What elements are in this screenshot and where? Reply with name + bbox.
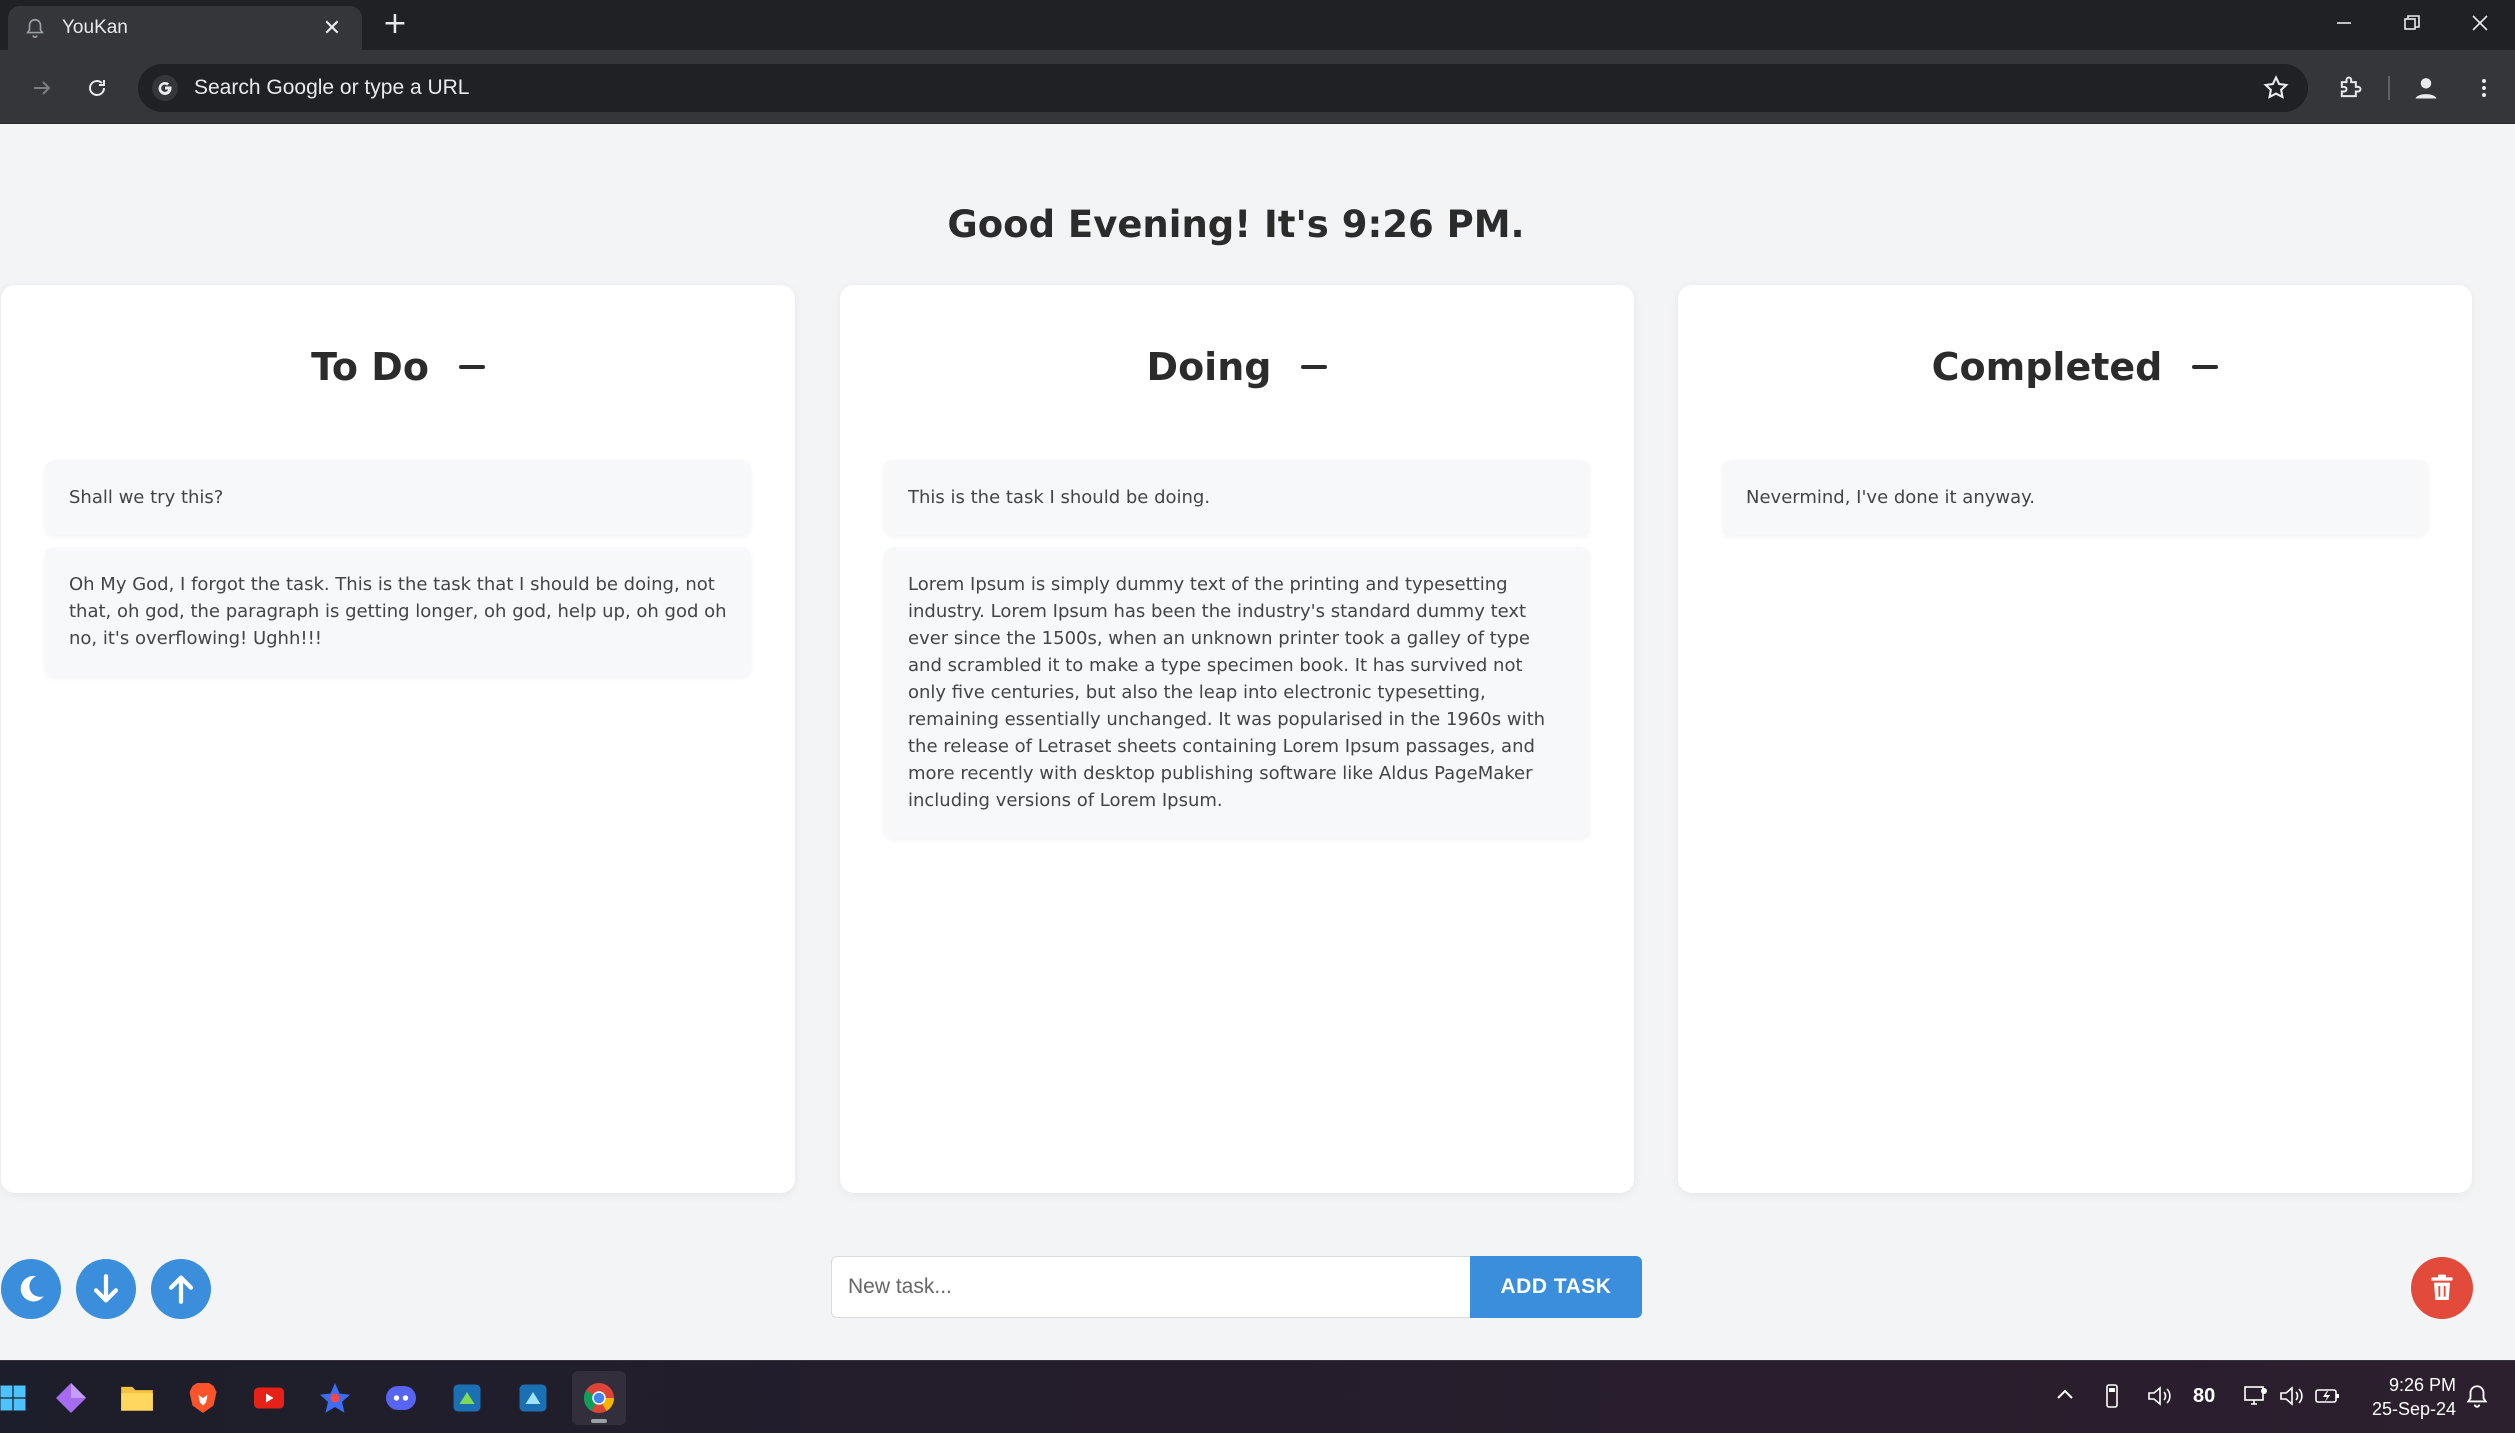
close-window-button[interactable] <box>2446 0 2514 46</box>
volume-icon <box>2280 1386 2303 1406</box>
speaker-icon <box>2148 1386 2171 1406</box>
usb-drive-icon <box>2106 1384 2118 1408</box>
task-card[interactable]: Oh My God, I forgot the task. This is th… <box>45 547 751 676</box>
chrome-icon <box>583 1383 615 1413</box>
arrow-down-icon <box>93 1274 119 1303</box>
collapse-column-button[interactable] <box>458 365 485 369</box>
google-icon <box>152 75 178 101</box>
kanban-page: Good Evening! It's 9:26 PM. To Do Shall … <box>0 125 2515 1360</box>
dark-mode-button[interactable] <box>1 1259 61 1319</box>
taskbar-app-tool-2[interactable] <box>506 1371 560 1425</box>
export-button[interactable] <box>76 1259 136 1319</box>
tray-battery[interactable] <box>2314 1383 2344 1415</box>
brave-lion-icon <box>189 1383 217 1413</box>
collapse-column-button[interactable] <box>1301 365 1328 369</box>
taskbar-app-discord[interactable] <box>374 1371 428 1425</box>
moon-icon <box>20 1275 44 1302</box>
tray-volume-small[interactable] <box>2146 1383 2174 1415</box>
profile-button[interactable] <box>2410 72 2442 104</box>
star-app-icon <box>320 1383 350 1413</box>
add-task-button[interactable]: ADD TASK <box>1470 1256 1642 1318</box>
column-todo: To Do Shall we try this? Oh My God, I fo… <box>1 285 795 1193</box>
youtube-icon <box>254 1387 284 1409</box>
taskbar-app-brave[interactable] <box>176 1371 230 1425</box>
chevron-up-icon <box>2057 1389 2073 1399</box>
task-card[interactable]: Lorem Ipsum is simply dummy text of the … <box>884 547 1590 838</box>
restore-button[interactable] <box>2378 0 2446 46</box>
bell-icon <box>26 18 44 38</box>
bookmark-star-icon[interactable] <box>2262 74 2290 102</box>
tray-network[interactable] <box>2242 1383 2270 1415</box>
column-header: Doing <box>840 345 1634 389</box>
extensions-button[interactable] <box>2334 72 2366 104</box>
taskbar-app-youtube[interactable] <box>242 1371 296 1425</box>
battery-percent: 80 <box>2193 1385 2216 1407</box>
start-button[interactable] <box>0 1371 40 1425</box>
column-header: To Do <box>1 345 795 389</box>
more-vertical-icon <box>2482 79 2486 97</box>
discord-icon <box>386 1386 416 1410</box>
column-title: Doing <box>1146 345 1272 389</box>
import-button[interactable] <box>151 1259 211 1319</box>
clock-date: 25-Sep-24 <box>2371 1399 2456 1419</box>
browser-menu-button[interactable] <box>2468 72 2500 104</box>
taskbar-app-tool-1[interactable] <box>440 1371 494 1425</box>
taskbar-app-file-explorer[interactable] <box>110 1371 164 1425</box>
arrow-up-icon <box>168 1275 194 1304</box>
column-doing: Doing This is the task I should be doing… <box>840 285 1634 1193</box>
collapse-column-button[interactable] <box>2192 365 2219 369</box>
close-icon <box>2472 15 2488 31</box>
tray-volume[interactable] <box>2278 1383 2306 1415</box>
browser-tab-strip: YouKan ✕ + <box>0 0 2515 50</box>
system-clock[interactable]: 9:26 PM 25-Sep-24 <box>2356 1373 2456 1421</box>
new-tab-button[interactable]: + <box>378 8 412 42</box>
column-title: To Do <box>311 345 429 389</box>
forward-button[interactable] <box>26 72 58 104</box>
clock-time: 9:26 PM <box>2388 1375 2456 1395</box>
reload-icon <box>89 80 105 96</box>
network-app-icon <box>453 1384 481 1412</box>
monitor-network-icon <box>2244 1386 2267 1405</box>
column-completed: Completed Nevermind, I've done it anyway… <box>1678 285 2472 1193</box>
address-input[interactable] <box>194 76 2308 100</box>
new-task-input[interactable] <box>831 1256 1471 1318</box>
taskbar-app-gem[interactable] <box>44 1371 98 1425</box>
taskbar-app-star[interactable] <box>308 1371 362 1425</box>
column-title: Completed <box>1931 345 2163 389</box>
task-card[interactable]: Nevermind, I've done it anyway. <box>1722 460 2428 535</box>
windows-icon <box>0 1385 26 1411</box>
trash-icon <box>2431 1274 2453 1300</box>
os-taskbar: 80 9:26 PM 25-Sep-24 <box>0 1360 2515 1433</box>
profile-icon <box>2415 78 2437 99</box>
puzzle-icon <box>2340 76 2362 98</box>
task-card[interactable]: This is the task I should be doing. <box>884 460 1590 535</box>
tray-usb[interactable] <box>2100 1383 2124 1415</box>
tray-overflow-button[interactable] <box>2053 1383 2077 1413</box>
browser-toolbar <box>0 50 2515 124</box>
tab-close-icon[interactable]: ✕ <box>318 16 346 41</box>
reload-button[interactable] <box>81 72 113 104</box>
address-bar[interactable] <box>138 64 2308 112</box>
task-card[interactable]: Shall we try this? <box>45 460 751 535</box>
restore-icon <box>2404 15 2420 30</box>
network-app-icon <box>519 1384 547 1412</box>
notifications-button[interactable] <box>2464 1383 2490 1415</box>
diamond-app-icon <box>56 1383 86 1413</box>
column-header: Completed <box>1678 345 2472 389</box>
minimize-button[interactable] <box>2310 0 2378 46</box>
greeting-heading: Good Evening! It's 9:26 PM. <box>947 203 1525 246</box>
toolbar-divider <box>2388 76 2390 100</box>
bell-icon <box>2466 1385 2488 1408</box>
battery-charging-icon <box>2315 1389 2339 1403</box>
arrow-right-icon <box>34 81 51 95</box>
minimize-icon <box>2337 22 2351 24</box>
browser-tab[interactable]: YouKan ✕ <box>8 6 362 50</box>
delete-zone-button[interactable] <box>2411 1257 2473 1319</box>
folder-icon <box>121 1386 153 1411</box>
tab-title: YouKan <box>62 17 128 38</box>
taskbar-app-chrome[interactable] <box>572 1371 626 1425</box>
